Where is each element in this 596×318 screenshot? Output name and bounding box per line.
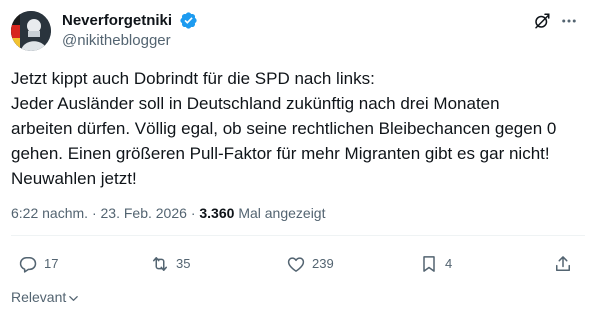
reply-button[interactable]: 17 bbox=[18, 252, 58, 276]
sort-label: Relevant bbox=[11, 289, 67, 305]
bookmark-count: 4 bbox=[445, 256, 453, 271]
repost-button[interactable]: 35 bbox=[150, 252, 190, 276]
tweet-text-line: Jeder Ausländer soll in Deutschland zukü… bbox=[11, 94, 500, 113]
views-count: 3.360 bbox=[199, 205, 235, 221]
divider bbox=[11, 235, 585, 236]
like-icon bbox=[287, 257, 305, 272]
tweet-text-line: Neuwahlen jetzt! bbox=[11, 169, 137, 188]
sort-replies-dropdown[interactable]: Relevant bbox=[11, 288, 79, 306]
author-name[interactable]: Neverforgetniki bbox=[62, 12, 172, 30]
tweet: Neverforgetniki @nikitheblogger Jetzt ki… bbox=[0, 0, 596, 318]
reply-count: 17 bbox=[44, 256, 59, 271]
reply-icon bbox=[19, 257, 37, 273]
bookmark-button[interactable]: 4 bbox=[419, 252, 452, 276]
meta-separator: · bbox=[91, 205, 97, 221]
share-button[interactable] bbox=[553, 252, 573, 276]
like-count: 239 bbox=[312, 256, 334, 271]
grok-icon[interactable] bbox=[533, 12, 551, 30]
tweet-text: Jetzt kippt auch Dobrindt für die SPD na… bbox=[11, 66, 585, 191]
tweet-text-line: Jetzt kippt auch Dobrindt für die SPD na… bbox=[11, 69, 375, 88]
chevron-down-icon bbox=[69, 295, 79, 301]
views-label: Mal angezeigt bbox=[238, 205, 326, 221]
tweet-time[interactable]: 6:22 nachm. bbox=[11, 205, 88, 221]
bookmark-icon bbox=[423, 256, 435, 272]
tweet-meta: 6:22 nachm. · 23. Feb. 2026 · 3.360 Mal … bbox=[11, 204, 325, 222]
like-button[interactable]: 239 bbox=[286, 252, 334, 276]
tweet-text-line: arbeiten dürfen. Völlig egal, ob seine r… bbox=[11, 119, 557, 138]
meta-separator: · bbox=[190, 205, 196, 221]
more-icon[interactable] bbox=[559, 12, 579, 30]
repost-count: 35 bbox=[176, 256, 191, 271]
action-bar: 17 35 239 4 bbox=[0, 252, 596, 276]
tweet-date[interactable]: 23. Feb. 2026 bbox=[101, 205, 187, 221]
tweet-text-line: gehen. Einen größeren Pull-Faktor für me… bbox=[11, 144, 550, 163]
author-handle[interactable]: @nikitheblogger bbox=[62, 32, 171, 50]
avatar-image bbox=[11, 11, 51, 51]
share-icon bbox=[556, 256, 570, 271]
repost-icon bbox=[153, 257, 167, 271]
verified-badge-icon bbox=[180, 12, 197, 29]
avatar[interactable] bbox=[11, 11, 51, 51]
